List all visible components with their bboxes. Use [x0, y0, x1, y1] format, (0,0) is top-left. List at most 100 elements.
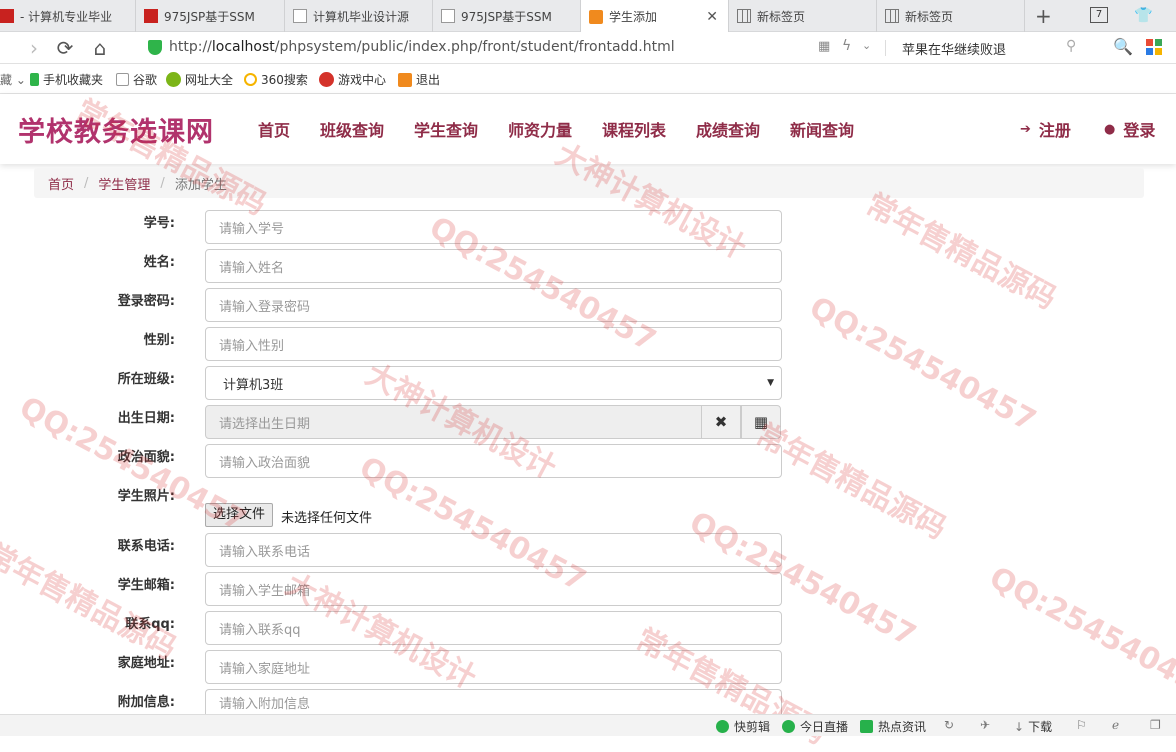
class-select[interactable]: 计算机3班 ▼	[205, 366, 782, 400]
breadcrumb-home[interactable]: 首页	[48, 174, 74, 193]
news-icon	[860, 720, 873, 733]
memo-input[interactable]: 请输入附加信息	[205, 689, 782, 714]
nav-teachers[interactable]: 师资力量	[508, 117, 572, 141]
breadcrumb-current: 添加学生	[174, 177, 227, 193]
name-input[interactable]: 请输入姓名	[205, 249, 782, 283]
tab-title: 计算机毕业设计源	[313, 9, 410, 24]
shirt-icon[interactable]: 👕	[1134, 6, 1153, 24]
choose-file-button[interactable]: 选择文件	[205, 503, 274, 527]
search-icon[interactable]: ⚲	[1066, 38, 1076, 54]
bookmark-item[interactable]: 游戏中心	[319, 71, 386, 88]
register-link[interactable]: ➔ 注册	[1020, 117, 1071, 141]
bookmark-label: 网址大全	[185, 73, 234, 87]
bookmark-item[interactable]: 谷歌	[116, 71, 157, 88]
game-icon	[319, 72, 334, 87]
status-item[interactable]: 快剪辑	[716, 718, 770, 735]
pin-icon[interactable]: ✈	[980, 718, 990, 732]
ie-icon[interactable]: ℯ	[1112, 718, 1119, 732]
bookmark-item[interactable]: 手机收藏夹	[30, 71, 103, 88]
tab-title: - 计算机专业毕业	[20, 9, 113, 24]
sign-in-icon: ➔	[1020, 121, 1031, 137]
password-input[interactable]: 请输入登录密码	[205, 288, 782, 322]
phone-input[interactable]: 请输入联系电话	[205, 533, 782, 567]
address-label: 家庭地址:	[117, 656, 175, 671]
browser-tab-active[interactable]: 学生添加 ✕	[581, 0, 729, 33]
bookmark-label: 谷歌	[133, 73, 158, 87]
tab-count-badge[interactable]: 7	[1090, 7, 1108, 23]
home-icon[interactable]: ⌂	[88, 36, 112, 60]
refresh-icon[interactable]: ↻	[944, 718, 954, 732]
email-input[interactable]: 请输入学生邮箱	[205, 572, 782, 606]
user-icon: ●	[1104, 121, 1116, 137]
bookmarks-menu-chevron[interactable]: 藏 ⌄	[0, 71, 26, 88]
browser-tab[interactable]: 975JSP基于SSM	[136, 0, 285, 32]
nav-grade-query[interactable]: 成绩查询	[696, 117, 760, 141]
browser-tab[interactable]: 计算机毕业设计源	[285, 0, 433, 32]
qr-code-icon[interactable]: ▦	[818, 39, 830, 54]
watermark-text: 常年售精品源码	[859, 187, 1062, 317]
status-item[interactable]: 今日直播	[782, 718, 848, 735]
gender-input[interactable]: 请输入性别	[205, 327, 782, 361]
chevron-down-icon[interactable]: ⌄	[862, 39, 871, 52]
reload-icon[interactable]: ⟳	[53, 36, 77, 60]
globe-icon	[166, 72, 181, 87]
page-icon	[116, 73, 129, 86]
tab-title: 新标签页	[757, 9, 806, 24]
status-item[interactable]: ↓ 下载	[1014, 718, 1052, 735]
nav-class-query[interactable]: 班级查询	[320, 117, 384, 141]
bookmark-label: 手机收藏夹	[43, 73, 104, 87]
login-label: 登录	[1123, 121, 1156, 140]
address-input[interactable]: 请输入家庭地址	[205, 650, 782, 684]
magnifier-icon[interactable]: 🔍	[1113, 37, 1133, 56]
url-host: localhost	[211, 39, 275, 55]
watermark-text: QQ:254540457	[983, 560, 1176, 709]
lightning-icon[interactable]: ϟ	[842, 38, 851, 54]
bookmark-item[interactable]: 360搜索	[244, 71, 308, 88]
status-label: 热点资讯	[878, 720, 927, 734]
nav-course-list[interactable]: 课程列表	[602, 117, 666, 141]
page-icon	[293, 9, 307, 23]
status-item[interactable]: 热点资讯	[860, 718, 926, 735]
nav-home[interactable]: 首页	[258, 117, 290, 141]
forward-arrow-icon[interactable]: ›	[22, 36, 46, 60]
tab-title: 975JSP基于SSM	[164, 9, 255, 24]
nav-student-query[interactable]: 学生查询	[414, 117, 478, 141]
window-icon[interactable]: ❐	[1150, 718, 1161, 732]
memo-label: 附加信息:	[117, 695, 175, 710]
bookmark-item[interactable]: 退出	[398, 71, 440, 88]
password-label: 登录密码:	[117, 294, 175, 309]
red-favicon-icon	[144, 9, 158, 23]
new-tab-plus-icon[interactable]: +	[1035, 4, 1052, 28]
tab-title: 学生添加	[609, 10, 658, 24]
site-header: 学校教务选课网 首页 班级查询 学生查询 师资力量 课程列表 成绩查询 新闻查询…	[0, 94, 1176, 164]
calendar-icon[interactable]: ▦	[741, 405, 781, 439]
browser-tab[interactable]: - 计算机专业毕业	[0, 0, 136, 32]
nav-news-query[interactable]: 新闻查询	[790, 117, 854, 141]
browser-tab[interactable]: 975JSP基于SSM	[433, 0, 581, 32]
address-bar-row: › ⟳ ⌂ http://localhost/phpsystem/public/…	[0, 32, 1176, 64]
login-link[interactable]: ● 登录	[1104, 117, 1155, 141]
close-icon[interactable]: ✕	[706, 9, 718, 25]
flag-icon[interactable]: ⚐	[1076, 718, 1087, 732]
clear-date-icon[interactable]: ✖	[701, 405, 741, 439]
url-path: /phpsystem/public/index.php/front/studen…	[274, 39, 675, 55]
browser-tab-strip: - 计算机专业毕业 975JSP基于SSM 计算机毕业设计源 975JSP基于S…	[0, 0, 1176, 33]
breadcrumb-student-management[interactable]: 学生管理	[98, 174, 150, 193]
browser-tab[interactable]: 新标签页	[877, 0, 1025, 32]
site-logo[interactable]: 学校教务选课网	[18, 110, 214, 149]
search-suggestion[interactable]: 苹果在华继续败退	[902, 39, 1006, 58]
phone-icon	[30, 73, 39, 86]
url-field[interactable]: http://localhost/phpsystem/public/index.…	[169, 39, 675, 55]
politics-label: 政治面貌:	[117, 450, 175, 465]
bookmark-item[interactable]: 网址大全	[166, 71, 233, 88]
class-label: 所在班级:	[117, 372, 175, 387]
apps-grid-icon[interactable]	[1146, 39, 1162, 55]
name-label: 姓名:	[143, 255, 175, 270]
student-id-input[interactable]: 请输入学号	[205, 210, 782, 244]
politics-input[interactable]: 请输入政治面貌	[205, 444, 782, 478]
qq-input[interactable]: 请输入联系qq	[205, 611, 782, 645]
browser-tab[interactable]: 新标签页	[729, 0, 877, 32]
photo-label: 学生照片:	[117, 489, 175, 504]
divider	[885, 40, 886, 56]
birthday-input[interactable]: 请选择出生日期	[205, 405, 702, 439]
